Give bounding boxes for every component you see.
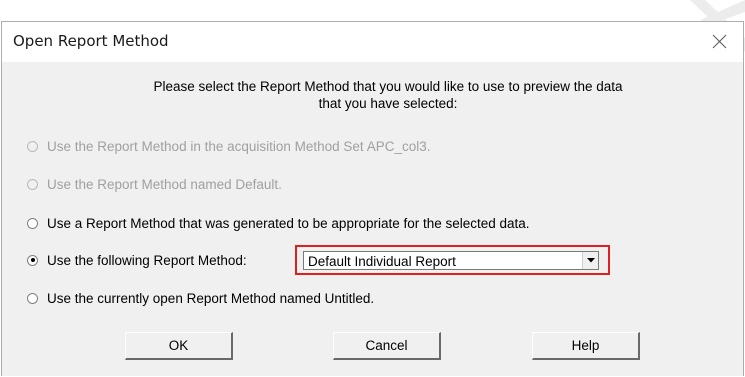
radio-dot-icon [30, 258, 35, 262]
radio-button[interactable] [27, 178, 38, 190]
help-button[interactable]: Help [532, 332, 640, 360]
prompt-line-1: Please select the Report Method that you… [153, 79, 623, 94]
option-label: Use a Report Method that was generated t… [47, 215, 530, 231]
option-generated-method[interactable]: Use a Report Method that was generated t… [27, 214, 530, 232]
dialog-title: Open Report Method [13, 32, 169, 50]
radio-button-selected[interactable] [27, 254, 38, 266]
ok-button[interactable]: OK [125, 332, 233, 360]
option-label: Use the Report Method in the acquisition… [47, 138, 431, 154]
dropdown-button[interactable] [582, 252, 598, 269]
option-currently-open-method[interactable]: Use the currently open Report Method nam… [27, 289, 374, 307]
option-named-default[interactable]: Use the Report Method named Default. [27, 175, 282, 193]
option-label: Use the following Report Method: [47, 252, 247, 268]
chevron-down-icon [587, 258, 595, 263]
option-label: Use the Report Method named Default. [47, 176, 282, 192]
open-report-method-dialog: Open Report Method Please select the Rep… [1, 21, 744, 376]
radio-button[interactable] [27, 217, 38, 229]
prompt-text: Please select the Report Method that you… [2, 78, 745, 112]
title-bar: Open Report Method [2, 22, 743, 62]
dialog-content: Please select the Report Method that you… [2, 62, 743, 377]
option-acquisition-method-set[interactable]: Use the Report Method in the acquisition… [27, 137, 430, 155]
option-following-method[interactable]: Use the following Report Method: [27, 251, 247, 269]
radio-button[interactable] [27, 292, 38, 304]
close-icon [712, 34, 727, 49]
report-method-select[interactable]: Default Individual Report [303, 251, 599, 270]
radio-button[interactable] [27, 140, 38, 152]
prompt-line-2: that you have selected: [318, 96, 458, 111]
cancel-button[interactable]: Cancel [333, 332, 441, 360]
report-method-select-value: Default Individual Report [308, 254, 456, 269]
option-label: Use the currently open Report Method nam… [47, 290, 375, 306]
close-button[interactable] [697, 22, 743, 62]
report-method-select-highlight: Default Individual Report [295, 245, 610, 275]
